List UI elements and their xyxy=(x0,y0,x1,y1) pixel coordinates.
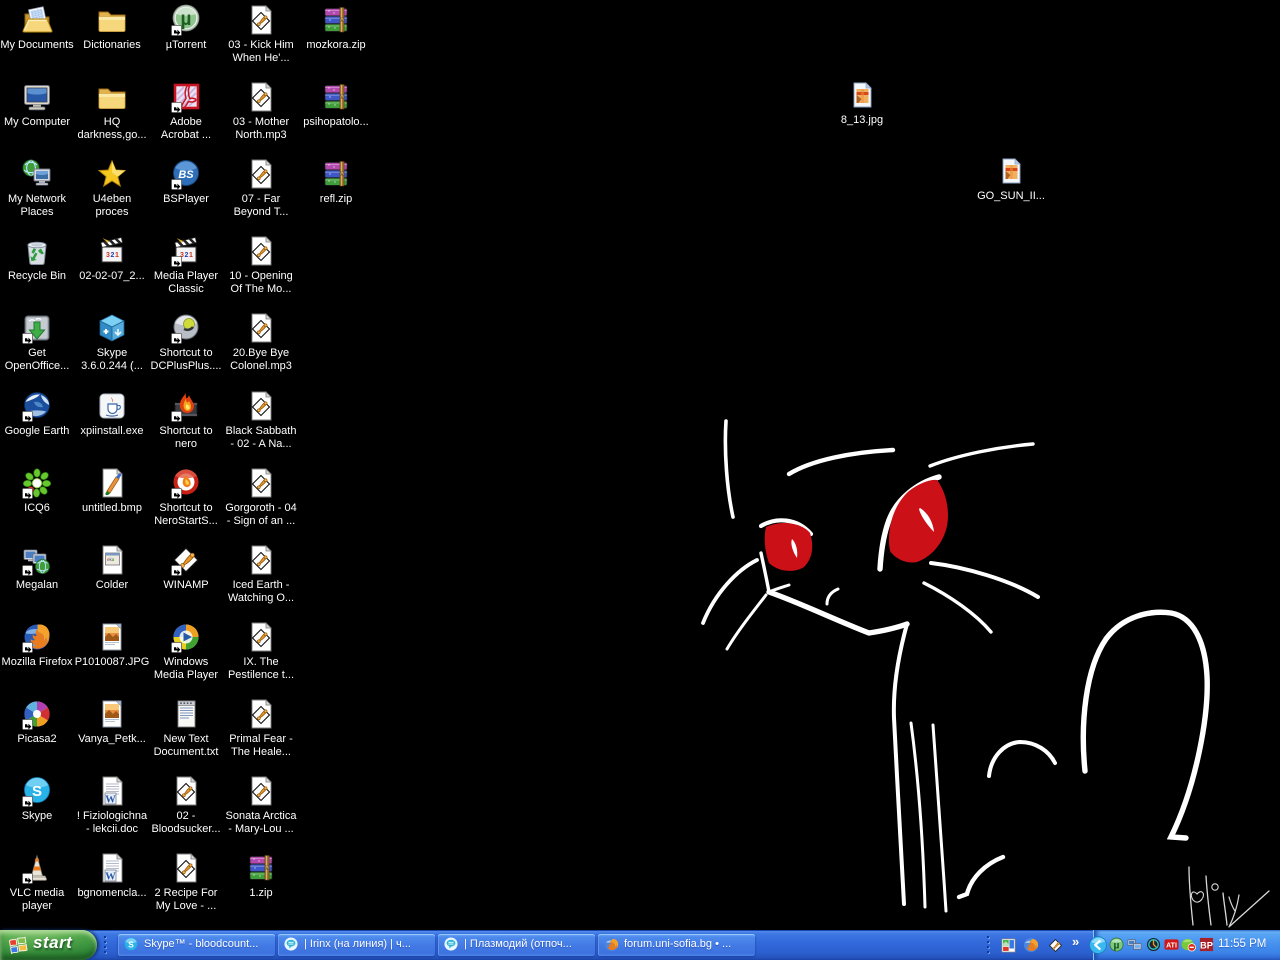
svg-text:µ: µ xyxy=(1114,941,1120,952)
svg-text:ATI: ATI xyxy=(1166,942,1177,949)
svg-text:BP: BP xyxy=(1200,940,1213,950)
svg-text:S: S xyxy=(128,940,134,950)
